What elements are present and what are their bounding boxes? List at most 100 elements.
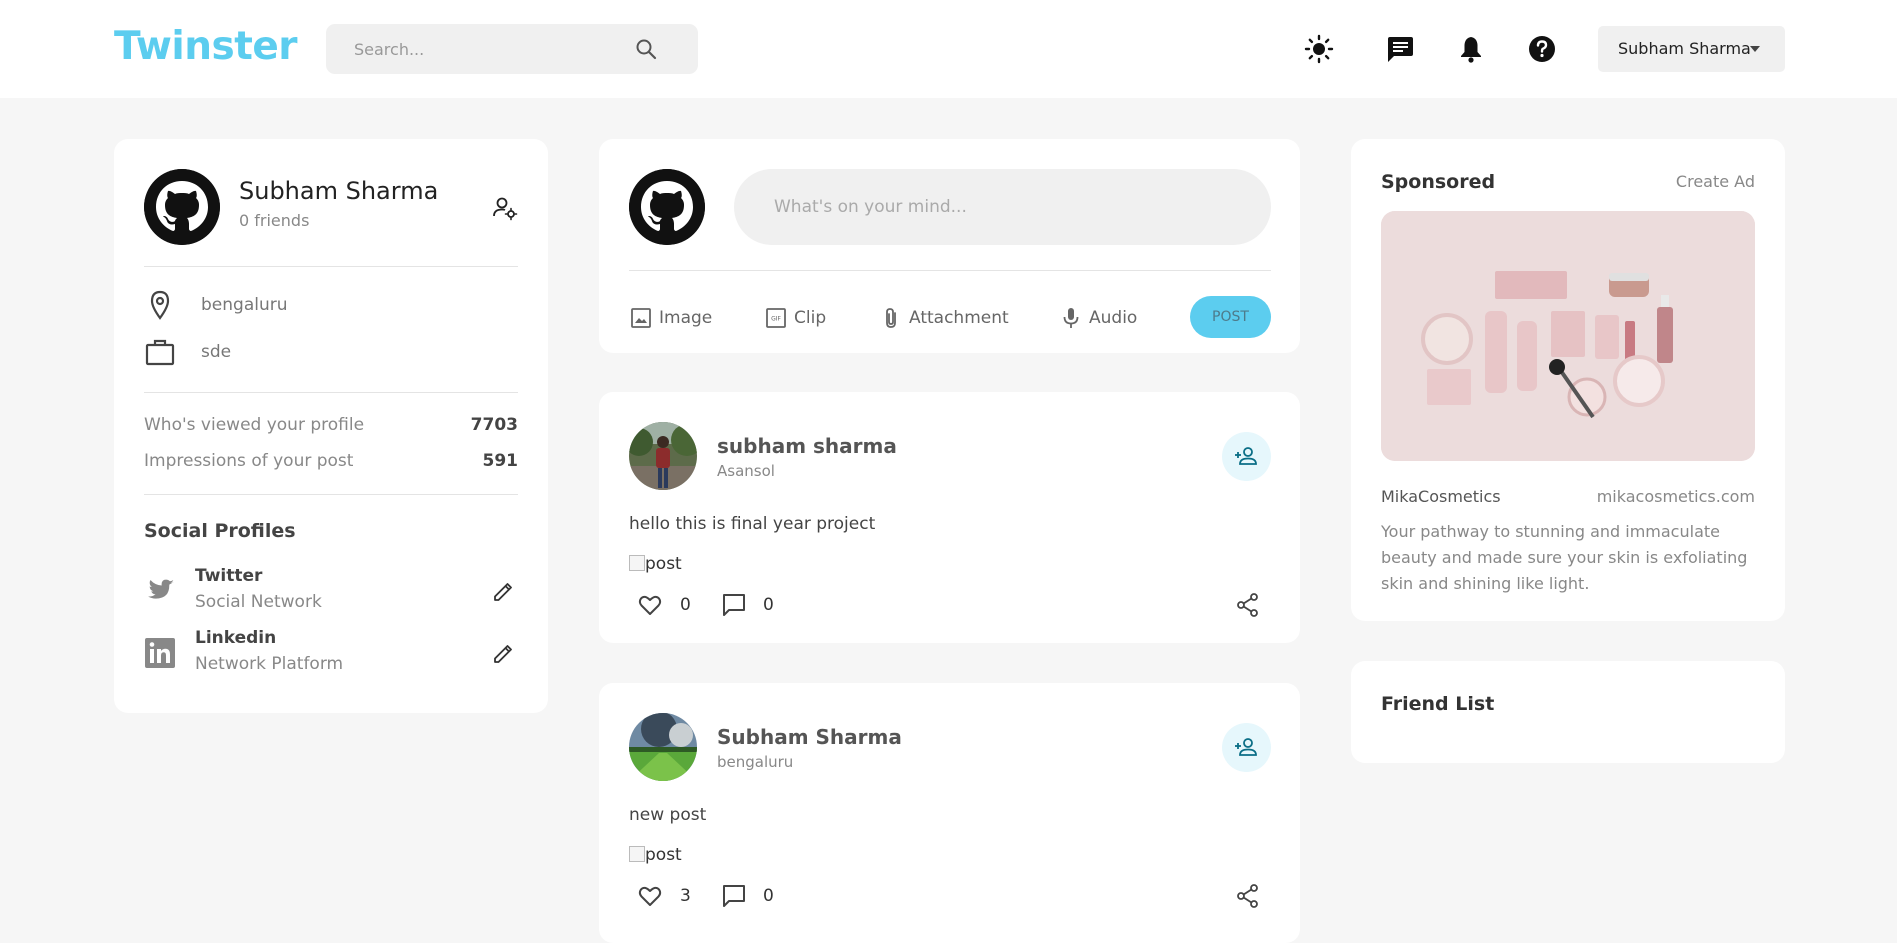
linkedin-sub: Network Platform (195, 654, 344, 674)
user-dropdown-label: Subham Sharma (1618, 39, 1751, 58)
like-icon[interactable] (637, 883, 663, 909)
create-post-card: Image GIF Clip Attachment Audio POST (599, 139, 1300, 353)
add-friend-button[interactable] (1222, 432, 1271, 481)
ad-url[interactable]: mikacosmetics.com (1597, 487, 1755, 506)
broken-image-icon (629, 846, 645, 862)
ad-image[interactable] (1381, 211, 1755, 461)
gif-icon: GIF (766, 308, 786, 328)
profile-name[interactable]: Subham Sharma (239, 177, 438, 205)
search-icon[interactable] (634, 37, 658, 61)
like-count: 3 (680, 886, 691, 906)
divider (144, 392, 518, 393)
linkedin-name: Linkedin (195, 628, 277, 648)
work-icon (145, 339, 175, 366)
share-icon[interactable] (1235, 592, 1261, 618)
search-box (326, 24, 698, 74)
share-icon[interactable] (1235, 883, 1261, 909)
clip-option-label: Clip (794, 308, 827, 328)
comment-icon[interactable] (721, 883, 747, 909)
divider (629, 270, 1271, 271)
twitter-sub: Social Network (195, 592, 322, 612)
profile-card: Subham Sharma 0 friends bengaluru sde Wh… (114, 139, 548, 713)
attachment-option[interactable]: Attachment (879, 303, 1014, 333)
light-mode-icon[interactable] (1304, 34, 1334, 64)
post-input-box (734, 169, 1271, 245)
microphone-icon (1063, 308, 1079, 328)
edit-twitter-icon[interactable] (492, 579, 516, 603)
composer-avatar (629, 169, 705, 245)
svg-text:GIF: GIF (771, 316, 781, 323)
post-image: post (629, 554, 682, 574)
post-image: post (629, 845, 682, 865)
search-input[interactable] (354, 37, 634, 61)
profile-avatar[interactable] (144, 169, 220, 245)
github-icon (629, 169, 705, 245)
divider (144, 266, 518, 267)
post-author-location: Asansol (717, 462, 775, 480)
location-icon (150, 290, 170, 320)
post-text: new post (629, 805, 707, 825)
person-photo (629, 422, 697, 490)
messages-icon[interactable] (1385, 34, 1415, 64)
top-navbar: Twinster Subham Sharma (0, 0, 1897, 98)
friends-count: 0 friends (239, 211, 310, 230)
create-ad-link[interactable]: Create Ad (1676, 172, 1755, 191)
image-option-label: Image (659, 308, 713, 328)
edit-linkedin-icon[interactable] (492, 641, 516, 665)
audio-option[interactable]: Audio (1059, 303, 1139, 333)
post-author-location: bengaluru (717, 753, 794, 771)
profile-location: bengaluru (201, 295, 288, 315)
twitter-name: Twitter (195, 566, 263, 586)
github-icon (144, 169, 220, 245)
notifications-icon[interactable] (1456, 34, 1486, 64)
user-dropdown[interactable]: Subham Sharma (1598, 26, 1785, 72)
attachment-icon (886, 308, 896, 328)
post-image-alt: post (645, 554, 682, 574)
image-option[interactable]: Image (629, 303, 719, 333)
twitter-icon (148, 579, 174, 599)
sponsored-card: Sponsored Create Ad MikaCosmetics mikaco… (1351, 139, 1785, 621)
broken-image-icon (629, 555, 645, 571)
friend-list-card: Friend List (1351, 661, 1785, 763)
sponsored-title: Sponsored (1381, 171, 1496, 193)
add-friend-button[interactable] (1222, 723, 1271, 772)
post-author-avatar[interactable] (629, 713, 697, 781)
post-input[interactable] (774, 194, 1234, 220)
landscape-photo (629, 713, 697, 781)
post-button[interactable]: POST (1190, 296, 1271, 338)
profile-views-label: Who's viewed your profile (144, 415, 365, 435)
divider (144, 494, 518, 495)
comment-count: 0 (763, 886, 774, 906)
like-icon[interactable] (637, 592, 663, 618)
linkedin-icon (145, 638, 175, 668)
ad-description: Your pathway to stunning and immaculate … (1381, 522, 1748, 593)
person-add-icon (1235, 738, 1257, 756)
post-author-avatar[interactable] (629, 422, 697, 490)
cosmetics-product-image (1381, 211, 1755, 461)
manage-account-icon[interactable] (492, 195, 518, 221)
profile-views-value: 7703 (470, 415, 518, 435)
post-card: subham sharma Asansol hello this is fina… (599, 392, 1300, 643)
post-author-name[interactable]: subham sharma (717, 434, 897, 458)
post-author-name[interactable]: Subham Sharma (717, 725, 902, 749)
person-add-icon (1235, 447, 1257, 465)
clip-option[interactable]: GIF Clip (764, 303, 834, 333)
post-image-alt: post (645, 845, 682, 865)
chevron-down-icon (1750, 46, 1760, 52)
friend-list-title: Friend List (1381, 693, 1495, 715)
impressions-label: Impressions of your post (144, 451, 354, 471)
social-profiles-title: Social Profiles (144, 520, 296, 542)
help-icon[interactable] (1527, 34, 1557, 64)
post-text: hello this is final year project (629, 514, 876, 534)
like-count: 0 (680, 595, 691, 615)
profile-occupation: sde (201, 342, 232, 362)
image-icon (631, 308, 651, 328)
comment-icon[interactable] (721, 592, 747, 618)
ad-brand: MikaCosmetics (1381, 487, 1501, 506)
comment-count: 0 (763, 595, 774, 615)
audio-option-label: Audio (1089, 308, 1138, 328)
impressions-value: 591 (482, 451, 519, 471)
attachment-option-label: Attachment (909, 308, 1009, 328)
app-logo[interactable]: Twinster (114, 24, 298, 69)
post-card: Subham Sharma bengaluru new post post 3 … (599, 683, 1300, 943)
